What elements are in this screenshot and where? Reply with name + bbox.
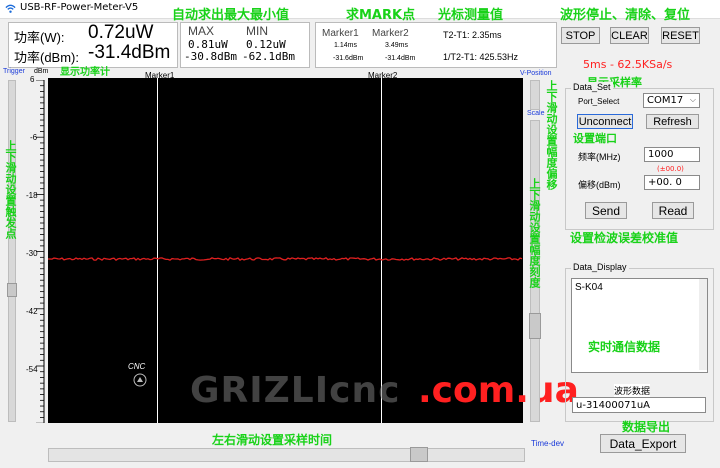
window-title: USB-RF-Power-Meter-V5 xyxy=(20,2,139,13)
scale-label: Scale xyxy=(527,110,545,117)
freq-label: 频率(MHz) xyxy=(578,152,621,162)
min-label: MIN xyxy=(246,24,268,38)
annotation-show-power: 显示功率计 xyxy=(60,67,110,78)
freq-tolerance: (±00.0) xyxy=(657,165,684,173)
max-dbm-value: -30.8dBm xyxy=(184,50,237,63)
trigger-label: Trigger xyxy=(3,68,25,75)
chevron-down-icon: ⌵ xyxy=(689,95,696,104)
marker2-time: 3.49ms xyxy=(385,42,408,49)
port-select[interactable]: COM17 ⌵ xyxy=(643,93,700,108)
vposition-label: V-Position xyxy=(520,70,552,77)
read-button[interactable]: Read xyxy=(652,202,694,219)
annotation-left-trigger: 上下滑动设置触发点 xyxy=(4,140,17,239)
marker1-time: 1.14ms xyxy=(334,42,357,49)
port-select-label: Port_Select xyxy=(578,97,620,106)
y-tick-minus42: -42 xyxy=(26,307,38,316)
vposition-slider[interactable] xyxy=(530,80,540,110)
annotation-bottom-time: 左右滑动设置采样时间 xyxy=(212,433,333,447)
sample-rate-text: 5ms - 62.5KSa/s xyxy=(583,58,673,71)
offset-label: 偏移(dBm) xyxy=(578,180,621,190)
time-slider-track[interactable] xyxy=(48,448,525,462)
reset-button[interactable]: RESET xyxy=(661,27,700,44)
watermark-domain: .com.ua xyxy=(418,370,579,411)
y-tick-minus54: -54 xyxy=(26,365,38,374)
marker2-dbm: -31.4dBm xyxy=(385,55,416,62)
annotation-find-mark: 求MARK点 xyxy=(346,8,416,23)
scale-slider-handle[interactable] xyxy=(529,313,541,339)
annotation-cursor-measure: 光标测量值 xyxy=(438,8,504,23)
annotation-data-export: 数据导出 xyxy=(622,420,671,434)
marker-inverse-delta: 1/T2-T1: 425.53Hz xyxy=(443,52,519,62)
wave-data-field[interactable]: u-31400071uA xyxy=(572,397,706,413)
annotation-wave-control: 波形停止、清除、复位 xyxy=(560,8,691,23)
time-slider-handle[interactable] xyxy=(410,447,428,462)
stop-button[interactable]: STOP xyxy=(561,27,600,44)
y-tick-minus6: -6 xyxy=(30,133,38,142)
power-w-label: 功率(W): xyxy=(14,30,65,45)
marker1-dbm: -31.6dBm xyxy=(333,55,364,62)
y-tick-minus30: -30 xyxy=(26,249,38,258)
trigger-slider-track[interactable] xyxy=(8,80,16,422)
trigger-slider-handle[interactable] xyxy=(7,283,17,297)
wave-data-label: 波形数据 xyxy=(614,384,651,397)
refresh-button[interactable]: Refresh xyxy=(646,114,699,129)
y-tick-6: 6 xyxy=(30,75,35,84)
annotation-right-offset: 上下滑动设置幅度偏移 xyxy=(545,80,558,190)
cnc-logo-icon xyxy=(133,373,147,387)
send-button[interactable]: Send xyxy=(585,202,627,219)
dbm-unit-label: dBm xyxy=(34,68,49,75)
annotation-set-port: 设置端口 xyxy=(573,132,617,145)
unconnect-button[interactable]: Unconnect xyxy=(577,114,633,129)
offset-input[interactable]: +00. 0 xyxy=(644,175,700,190)
data-display-title: Data_Display xyxy=(571,262,629,272)
data-set-title: Data_Set xyxy=(571,82,613,92)
data-display-textarea[interactable]: S-K04 xyxy=(571,278,708,373)
freq-input[interactable]: 1000 xyxy=(644,147,700,162)
annotation-realtime-data: 实时通信数据 xyxy=(588,340,661,354)
min-dbm-value: -62.1dBm xyxy=(242,50,295,63)
annotation-auto-maxmin: 自动求出最大最小值 xyxy=(172,8,290,23)
max-label: MAX xyxy=(188,24,215,38)
marker-delta-t: T2-T1: 2.35ms xyxy=(443,30,502,40)
marker1-label: Marker1 xyxy=(322,28,359,39)
wifi-icon xyxy=(5,4,16,13)
clear-button[interactable]: CLEAR xyxy=(610,27,649,44)
annotation-right-scale: 上下滑动设置幅度刻度 xyxy=(528,178,541,288)
signal-trace xyxy=(48,257,523,262)
marker2-label: Marker2 xyxy=(372,28,409,39)
y-tick-minus18: -18 xyxy=(26,191,38,200)
cnc-logo-text: CNC xyxy=(128,362,146,371)
power-w-value: 0.72uW xyxy=(88,22,154,43)
power-dbm-value: -31.4dBm xyxy=(88,42,171,63)
data-display-content: S-K04 xyxy=(575,282,603,293)
watermark-text: GRIZLIcnc xyxy=(190,370,401,411)
port-select-value: COM17 xyxy=(647,95,684,106)
data-export-button[interactable]: Data_Export xyxy=(600,434,686,453)
data-display-scrollbar[interactable] xyxy=(699,279,707,370)
annotation-set-calibration: 设置检波误差校准值 xyxy=(570,231,679,245)
timedev-label: Time-dev xyxy=(531,439,565,448)
